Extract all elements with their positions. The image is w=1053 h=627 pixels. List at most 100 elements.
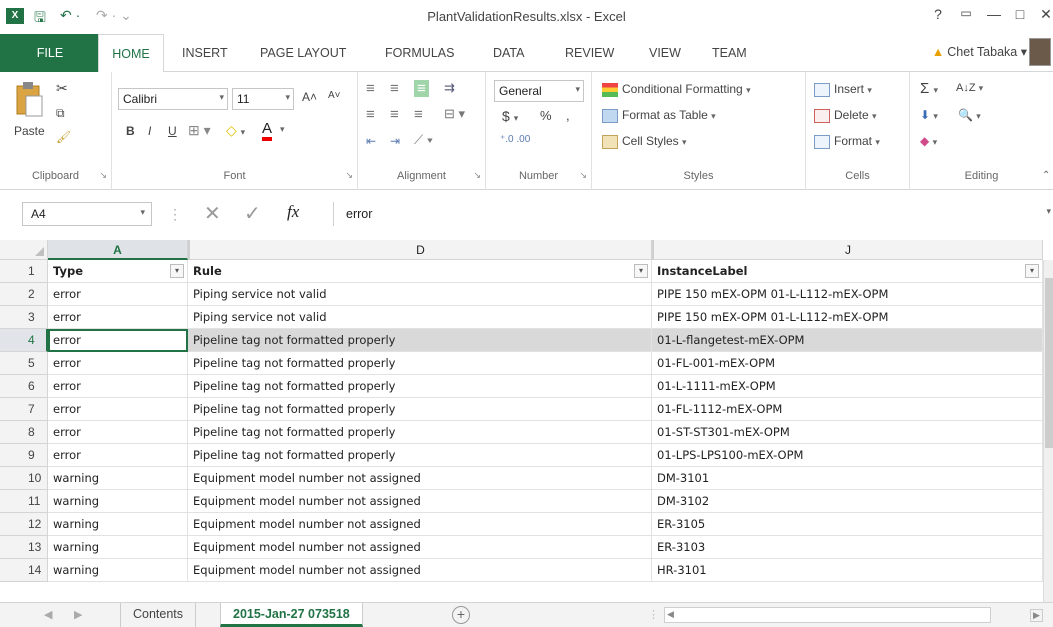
avatar[interactable]: [1029, 38, 1051, 66]
cell-rule[interactable]: Equipment model number not assigned: [188, 467, 652, 490]
font-size-select[interactable]: 11 ▾: [232, 88, 294, 110]
number-format-select[interactable]: General ▾: [494, 80, 584, 102]
cell-rule[interactable]: Pipeline tag not formatted properly: [188, 352, 652, 375]
cell-styles-button[interactable]: Cell Styles ▾: [602, 134, 687, 149]
tab-team[interactable]: TEAM: [712, 46, 747, 60]
insert-function-icon[interactable]: fx: [287, 202, 299, 222]
scroll-left-icon[interactable]: ◀: [667, 609, 674, 620]
decrease-indent-icon[interactable]: ⇤: [366, 134, 376, 148]
minimize-button[interactable]: —: [984, 6, 1004, 22]
cell-type[interactable]: error: [48, 444, 188, 467]
cell-type[interactable]: warning: [48, 536, 188, 559]
cell-instance-label[interactable]: 01-FL-001-mEX-OPM: [652, 352, 1043, 375]
cell-instance-label[interactable]: ER-3103: [652, 536, 1043, 559]
format-painter-icon[interactable]: 🖌: [56, 130, 71, 144]
row-header[interactable]: 4: [0, 329, 48, 352]
vertical-scrollbar[interactable]: [1043, 260, 1053, 602]
tab-view[interactable]: VIEW: [649, 46, 681, 60]
cell-instance-label[interactable]: PIPE 150 mEX-OPM 01-L-L112-mEX-OPM: [652, 306, 1043, 329]
close-button[interactable]: ✕: [1036, 6, 1053, 23]
save-icon[interactable]: 🖫: [34, 7, 46, 31]
align-right-icon[interactable]: ≡: [414, 106, 423, 123]
cell-type[interactable]: error: [48, 421, 188, 444]
filter-dropdown-icon[interactable]: ▾: [170, 264, 184, 278]
cell-rule[interactable]: Pipeline tag not formatted properly: [188, 398, 652, 421]
cell-rule[interactable]: Pipeline tag not formatted properly: [188, 375, 652, 398]
cell-rule[interactable]: Piping service not valid: [188, 283, 652, 306]
cell-type[interactable]: error: [48, 398, 188, 421]
prev-sheet-icon[interactable]: ◀: [44, 608, 52, 621]
cell-instance-label[interactable]: 01-LPS-LPS100-mEX-OPM: [652, 444, 1043, 467]
cell-instance-label[interactable]: 01-FL-1112-mEX-OPM: [652, 398, 1043, 421]
horizontal-scrollbar[interactable]: ◀: [664, 607, 991, 623]
cancel-icon[interactable]: ✕: [204, 201, 221, 226]
fill-color-icon[interactable]: ◇ ▾: [226, 122, 245, 139]
borders-icon[interactable]: ⊞ ▾: [188, 122, 211, 139]
ribbon-display-options-icon[interactable]: ▭: [956, 6, 976, 20]
cell-rule[interactable]: Pipeline tag not formatted properly: [188, 329, 652, 352]
middle-align-icon[interactable]: ≡: [390, 80, 399, 97]
tab-formulas[interactable]: FORMULAS: [385, 46, 454, 60]
fill-button[interactable]: ⬇ ▾: [920, 108, 938, 122]
format-as-table-button[interactable]: Format as Table ▾: [602, 108, 716, 123]
wrap-text-icon[interactable]: ⇉: [444, 80, 455, 96]
scrollbar-thumb[interactable]: [1045, 278, 1053, 448]
bold-button[interactable]: B: [126, 124, 135, 138]
tab-review[interactable]: REVIEW: [565, 46, 614, 60]
paste-label[interactable]: Paste: [14, 124, 45, 138]
top-align-icon[interactable]: ≡: [366, 80, 375, 97]
cell-rule[interactable]: Piping service not valid: [188, 306, 652, 329]
row-header[interactable]: 14: [0, 559, 48, 582]
row-header[interactable]: 7: [0, 398, 48, 421]
formula-input[interactable]: error: [333, 202, 1043, 226]
undo-icon[interactable]: ↶ ·: [60, 7, 80, 24]
dialog-launcher-icon[interactable]: ↘: [473, 170, 481, 181]
next-sheet-icon[interactable]: ▶: [74, 608, 82, 621]
row-header[interactable]: 10: [0, 467, 48, 490]
redo-icon[interactable]: ↷ · ⌄: [96, 7, 132, 24]
find-select-button[interactable]: 🔍 ▾: [958, 108, 981, 122]
comma-button[interactable]: ,: [566, 108, 570, 123]
add-sheet-button[interactable]: +: [452, 606, 470, 624]
sheet-tab-results[interactable]: 2015-Jan-27 073518: [220, 603, 363, 627]
cell-type[interactable]: error: [48, 329, 188, 352]
tab-page-layout[interactable]: PAGE LAYOUT: [260, 46, 346, 60]
clear-button[interactable]: ◆ ▾: [920, 134, 937, 148]
cell-instance-label[interactable]: 01-L-1111-mEX-OPM: [652, 375, 1043, 398]
filter-dropdown-icon[interactable]: ▾: [634, 264, 648, 278]
header-cell-type[interactable]: Type ▾: [48, 260, 188, 283]
cell-type[interactable]: warning: [48, 467, 188, 490]
insert-cells-button[interactable]: Insert ▾: [814, 82, 872, 97]
increase-indent-icon[interactable]: ⇥: [390, 134, 400, 148]
cell-instance-label[interactable]: 01-ST-ST301-mEX-OPM: [652, 421, 1043, 444]
cell-rule[interactable]: Equipment model number not assigned: [188, 559, 652, 582]
row-header[interactable]: 5: [0, 352, 48, 375]
sheet-tab-contents[interactable]: Contents: [120, 603, 197, 627]
cell-rule[interactable]: Pipeline tag not formatted properly: [188, 444, 652, 467]
cut-icon[interactable]: ✂: [56, 80, 68, 97]
bottom-align-icon[interactable]: ≡: [414, 80, 429, 97]
tab-insert[interactable]: INSERT: [182, 46, 228, 60]
paste-icon[interactable]: [14, 82, 44, 118]
sort-filter-button[interactable]: A↓Z ▾: [956, 82, 983, 94]
restore-button[interactable]: □: [1010, 6, 1030, 22]
cell-type[interactable]: warning: [48, 559, 188, 582]
conditional-formatting-button[interactable]: Conditional Formatting ▾: [602, 82, 751, 97]
underline-button[interactable]: U: [168, 124, 177, 138]
cell-type[interactable]: warning: [48, 513, 188, 536]
delete-cells-button[interactable]: Delete ▾: [814, 108, 877, 123]
cell-rule[interactable]: Equipment model number not assigned: [188, 536, 652, 559]
cell-instance-label[interactable]: PIPE 150 mEX-OPM 01-L-L112-mEX-OPM: [652, 283, 1043, 306]
copy-icon[interactable]: ⧉: [56, 106, 65, 121]
font-color-icon[interactable]: A: [262, 120, 273, 141]
row-header[interactable]: 11: [0, 490, 48, 513]
italic-button[interactable]: I: [148, 124, 151, 138]
percent-button[interactable]: %: [540, 108, 552, 123]
merge-center-icon[interactable]: ⊟ ▾: [444, 106, 465, 122]
row-header[interactable]: 2: [0, 283, 48, 306]
column-header-d[interactable]: D: [188, 240, 652, 260]
header-cell-instance-label[interactable]: InstanceLabel ▾: [652, 260, 1043, 283]
orientation-icon[interactable]: ⟋ ▾: [414, 132, 433, 148]
shrink-font-button[interactable]: A˅: [328, 90, 341, 101]
row-header[interactable]: 1: [0, 260, 48, 283]
